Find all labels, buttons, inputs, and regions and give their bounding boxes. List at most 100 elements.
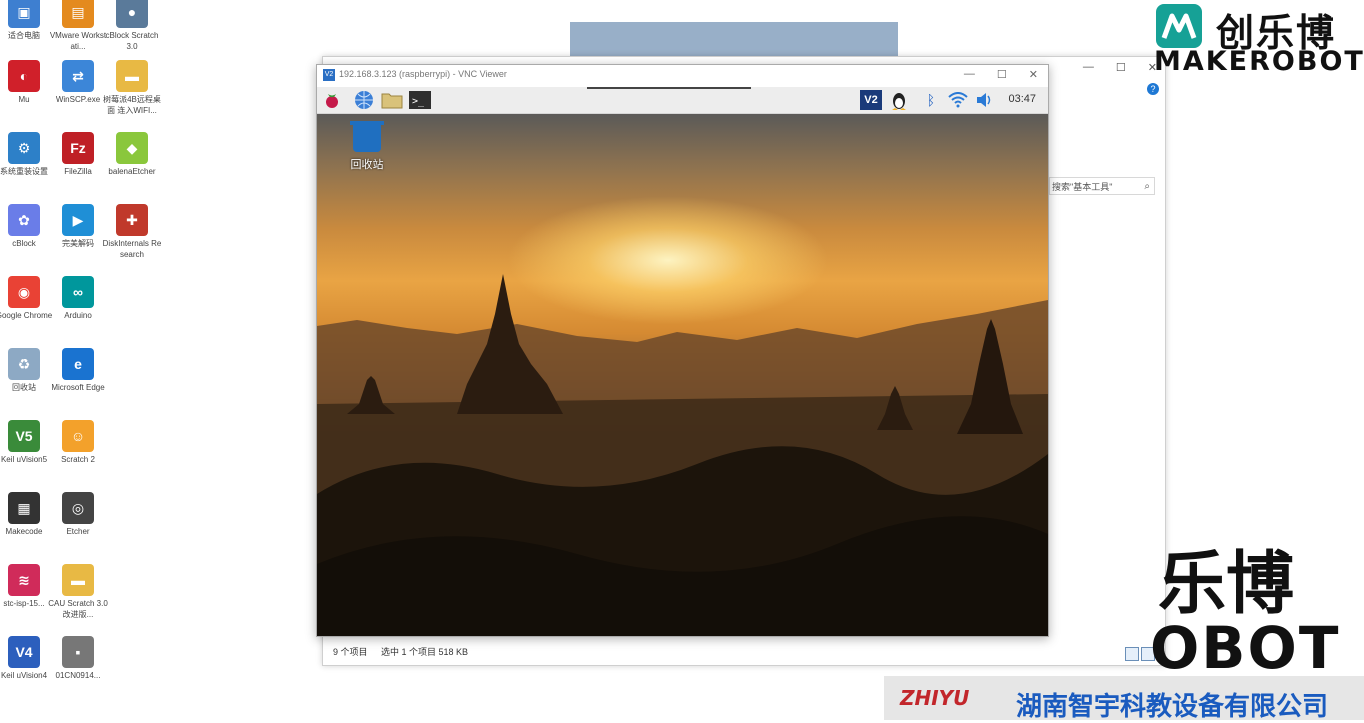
vnc-titlebar[interactable]: V2 192.168.3.123 (raspberrypi) - VNC Vie… (317, 65, 1048, 87)
desktop-icon[interactable]: ✚ DiskInternals Research (102, 204, 162, 260)
app-icon: ♻ (8, 348, 40, 380)
app-icon: ≋ (8, 564, 40, 596)
vnc-app-icon: V2 (323, 69, 335, 81)
app-icon: ▦ (8, 492, 40, 524)
desktop-icon[interactable]: ⇄ WinSCP.exe (48, 60, 108, 105)
desktop-icon[interactable]: ● cBlock Scratch 3.0 (102, 0, 162, 52)
app-icon: ● (116, 0, 148, 28)
app-icon: ▤ (62, 0, 94, 28)
trash-icon (350, 121, 384, 152)
app-icon: ⚙ (8, 132, 40, 164)
desktop-icon-label: 01CN0914... (55, 671, 101, 680)
bluetooth-icon[interactable]: ᛒ (920, 90, 942, 110)
desktop-icon-label: WinSCP.exe (55, 95, 101, 104)
desktop-icon[interactable]: V5 Keil uVision5 (0, 420, 54, 465)
vnc-viewer-window[interactable]: V2 192.168.3.123 (raspberrypi) - VNC Vie… (316, 64, 1049, 637)
desktop-icon-label: Mu (18, 95, 30, 104)
desktop-icon[interactable]: ◐ Mu (0, 60, 54, 105)
desktop-icon[interactable]: ▪ 01CN0914... (48, 636, 108, 681)
vnc-server-icon[interactable]: V2 (860, 90, 882, 110)
app-icon: ▣ (8, 0, 40, 28)
app-icon: ✿ (8, 204, 40, 236)
app-icon: V4 (8, 636, 40, 668)
desktop-icon[interactable]: ◉ Google Chrome (0, 276, 54, 321)
minimize-button[interactable]: — (964, 68, 975, 81)
desktop-icon[interactable]: ☺ Scratch 2 (48, 420, 108, 465)
window-title: 192.168.3.123 (raspberrypi) - VNC Viewer (339, 69, 507, 79)
company-footer: ZHIYU 湖南智宇科教设备有限公司 (884, 676, 1364, 721)
desktop-icon-label: DiskInternals Research (102, 239, 162, 259)
desktop-icon-label: Arduino (64, 311, 92, 320)
desktop-icon[interactable]: e Microsoft Edge (48, 348, 108, 393)
desktop-icon[interactable]: V4 Keil uVision4 (0, 636, 54, 681)
vnc-toolbar-handle[interactable] (587, 87, 751, 89)
app-icon: e (62, 348, 94, 380)
desktop-icon[interactable]: ⚙ 系统重装设置 (0, 132, 54, 177)
desktop-icon-label: cBlock (12, 239, 36, 248)
watermark-chinese: 乐博 (1158, 546, 1295, 622)
desktop-icon-label: 回收站 (12, 383, 36, 392)
desktop-icon[interactable]: ▬ CAU Scratch 3.0改进版... (48, 564, 108, 620)
app-icon: ◉ (8, 276, 40, 308)
terminal-icon[interactable]: >_ (409, 90, 431, 110)
search-icon[interactable]: ⌕ (1144, 178, 1150, 196)
raspberry-pi-taskbar: >_ V2 ᛒ 03:47 (317, 87, 1048, 114)
desktop-icon-label: 完美解码 (62, 239, 94, 248)
desktop-icon[interactable]: ▦ Makecode (0, 492, 54, 537)
desktop-icon[interactable]: ◎ Etcher (48, 492, 108, 537)
file-manager-icon[interactable] (381, 90, 403, 110)
desktop-icon[interactable]: ∞ Arduino (48, 276, 108, 321)
trash-desktop-icon[interactable]: 回收站 (343, 121, 391, 172)
desktop-icon[interactable]: ≋ stc-isp-15... (0, 564, 54, 609)
app-icon: ▬ (116, 60, 148, 92)
desktop-icon-label: 树莓派4B远程桌面 连入WIFI... (103, 95, 161, 115)
watermark-english: OBOT (1150, 614, 1341, 682)
makerobot-logo-icon (1156, 4, 1202, 48)
desktop-icon-label: 适合电脑 (8, 31, 40, 40)
app-icon: ☺ (62, 420, 94, 452)
desktop-icon[interactable]: ▤ VMware Workstati... (48, 0, 108, 52)
details-view-button[interactable] (1125, 647, 1139, 661)
desktop-icon[interactable]: ◆ balenaEtcher (102, 132, 162, 177)
desktop-icon[interactable]: ▬ 树莓派4B远程桌面 连入WIFI... (102, 60, 162, 116)
taskbar-clock[interactable]: 03:47 (1008, 93, 1036, 105)
maximize-button[interactable]: ☐ (997, 68, 1007, 81)
app-icon: ✚ (116, 204, 148, 236)
app-icon: ▬ (62, 564, 94, 596)
linux-penguin-icon[interactable] (888, 90, 910, 110)
desktop-icon-label: Microsoft Edge (51, 383, 105, 392)
close-button[interactable]: ✕ (1029, 68, 1038, 81)
desktop-icon[interactable]: ✿ cBlock (0, 204, 54, 249)
search-placeholder: 搜索"基本工具" (1052, 182, 1113, 192)
explorer-window-controls: — ☐ ✕ (1083, 61, 1157, 74)
app-icon: ▪ (62, 636, 94, 668)
search-input[interactable]: 搜索"基本工具" ⌕ (1049, 177, 1155, 195)
app-icon: ▶ (62, 204, 94, 236)
web-browser-icon[interactable] (353, 90, 375, 110)
desktop-icon[interactable]: ▶ 完美解码 (48, 204, 108, 249)
minimize-button[interactable]: — (1083, 61, 1094, 74)
wifi-icon[interactable] (947, 90, 969, 110)
remote-desktop-wallpaper[interactable]: 回收站 (317, 114, 1048, 636)
raspberry-menu-icon[interactable] (321, 90, 343, 110)
desktop-icon-label: Google Chrome (0, 311, 53, 320)
status-selection: 选中 1 个项目 518 KB (381, 647, 469, 657)
desktop-icon[interactable]: ▣ 适合电脑 (0, 0, 54, 41)
volume-icon[interactable] (973, 90, 995, 110)
desktop-icon[interactable]: Fz FileZilla (48, 132, 108, 177)
desktop-icon-label: Scratch 2 (61, 455, 95, 464)
desktop-icon-label: cBlock Scratch 3.0 (105, 31, 159, 51)
app-icon: ∞ (62, 276, 94, 308)
desktop-icon-label: Keil uVision4 (0, 671, 48, 680)
status-item-count: 9 个项目 (333, 647, 368, 657)
svg-text:>_: >_ (412, 96, 425, 107)
desktop-icon-label: Makecode (5, 527, 43, 536)
desktop-icon-label: VMware Workstati... (49, 31, 107, 51)
help-icon[interactable]: ? (1147, 83, 1159, 95)
vnc-window-controls: — ☐ ✕ (964, 68, 1038, 81)
desktop-icon-label: balenaEtcher (108, 167, 156, 176)
app-icon: Fz (62, 132, 94, 164)
desktop-icon[interactable]: ♻ 回收站 (0, 348, 54, 393)
maximize-button[interactable]: ☐ (1116, 61, 1126, 74)
app-icon: ◎ (62, 492, 94, 524)
